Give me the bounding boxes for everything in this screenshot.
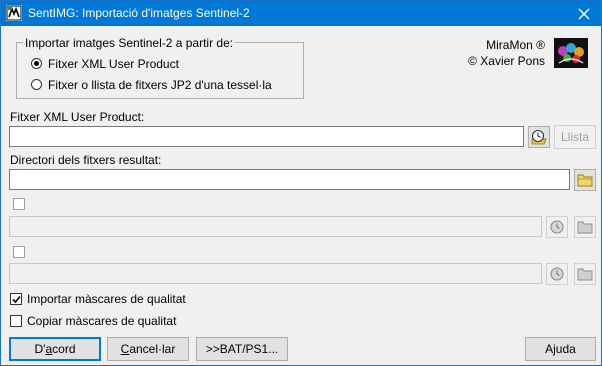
import-quality-masks-checkbox[interactable] — [10, 293, 22, 305]
copy-quality-masks-label[interactable]: Copiar màscares de qualitat — [27, 314, 176, 328]
help-button[interactable]: Ajuda — [525, 337, 596, 361]
folder-icon — [577, 174, 593, 187]
output-dir-input-wrap[interactable] — [9, 169, 570, 190]
cancel-accelerator: C — [120, 342, 130, 356]
ok-label-post: cord — [52, 342, 76, 356]
list-button[interactable]: Llista — [554, 125, 596, 149]
optional-row-2-input-wrap[interactable] — [9, 263, 542, 284]
checkmark-icon — [12, 295, 21, 304]
folder-icon — [577, 221, 593, 234]
radio-jp2-tile-files-label[interactable]: Fitxer o llista de fitxers JP2 d'una tes… — [48, 78, 272, 92]
bat-ps1-button[interactable]: >>BAT/PS1... — [196, 337, 288, 361]
copy-quality-masks-checkbox[interactable] — [10, 315, 22, 327]
clock-folder-icon — [531, 129, 547, 145]
window-title: SentIMG: Importació d'imatges Sentinel-2 — [28, 6, 250, 20]
output-dir-input[interactable] — [10, 170, 569, 189]
xml-field-label: Fitxer XML User Product: — [10, 110, 145, 124]
import-quality-masks-label[interactable]: Importar màscares de qualitat — [27, 292, 186, 306]
output-dir-label: Directori dels fitxers resultat: — [10, 153, 162, 167]
optional-row-1-input[interactable] — [10, 217, 541, 236]
ok-button[interactable]: D' a cord — [9, 337, 101, 361]
branding-app: MiraMon ® — [486, 38, 545, 52]
xml-file-input-wrap[interactable] — [9, 126, 524, 147]
cancel-label-post: ancel·lar — [129, 342, 176, 356]
optional-row-1-folder-button[interactable] — [574, 216, 596, 238]
cancel-button[interactable]: Cancel·lar — [107, 337, 189, 361]
optional-row-2-browse-button[interactable] — [546, 263, 568, 285]
optional-row-2-input[interactable] — [10, 264, 541, 283]
title-bar: SentIMG: Importació d'imatges Sentinel-2 — [1, 1, 601, 26]
app-icon — [6, 5, 22, 21]
xml-browse-button[interactable] — [528, 126, 550, 148]
branding-author: © Xavier Pons — [468, 54, 545, 68]
radio-xml-user-product[interactable] — [31, 58, 42, 69]
folder-icon — [577, 268, 593, 281]
close-button[interactable] — [567, 1, 601, 26]
optional-row-2-folder-button[interactable] — [574, 263, 596, 285]
ok-accelerator: a — [45, 342, 53, 356]
xml-file-input[interactable] — [10, 127, 523, 146]
source-group-legend: Importar imatges Sentinel-2 a partir de: — [23, 36, 236, 50]
clock-folder-icon — [550, 220, 564, 234]
clock-folder-icon — [550, 267, 564, 281]
ok-label-pre: D' — [34, 342, 46, 356]
close-icon — [578, 8, 590, 19]
optional-row-1-checkbox[interactable] — [13, 198, 25, 210]
dialog-window: SentIMG: Importació d'imatges Sentinel-2… — [0, 0, 602, 366]
optional-row-1-browse-button[interactable] — [546, 216, 568, 238]
radio-jp2-tile-files[interactable] — [31, 79, 42, 90]
optional-row-1-input-wrap[interactable] — [9, 216, 542, 237]
miramon-logo-icon — [554, 38, 588, 68]
optional-row-2-checkbox[interactable] — [13, 246, 25, 258]
radio-xml-user-product-label[interactable]: Fitxer XML User Product — [48, 57, 179, 71]
output-dir-browse-button[interactable] — [574, 169, 596, 191]
